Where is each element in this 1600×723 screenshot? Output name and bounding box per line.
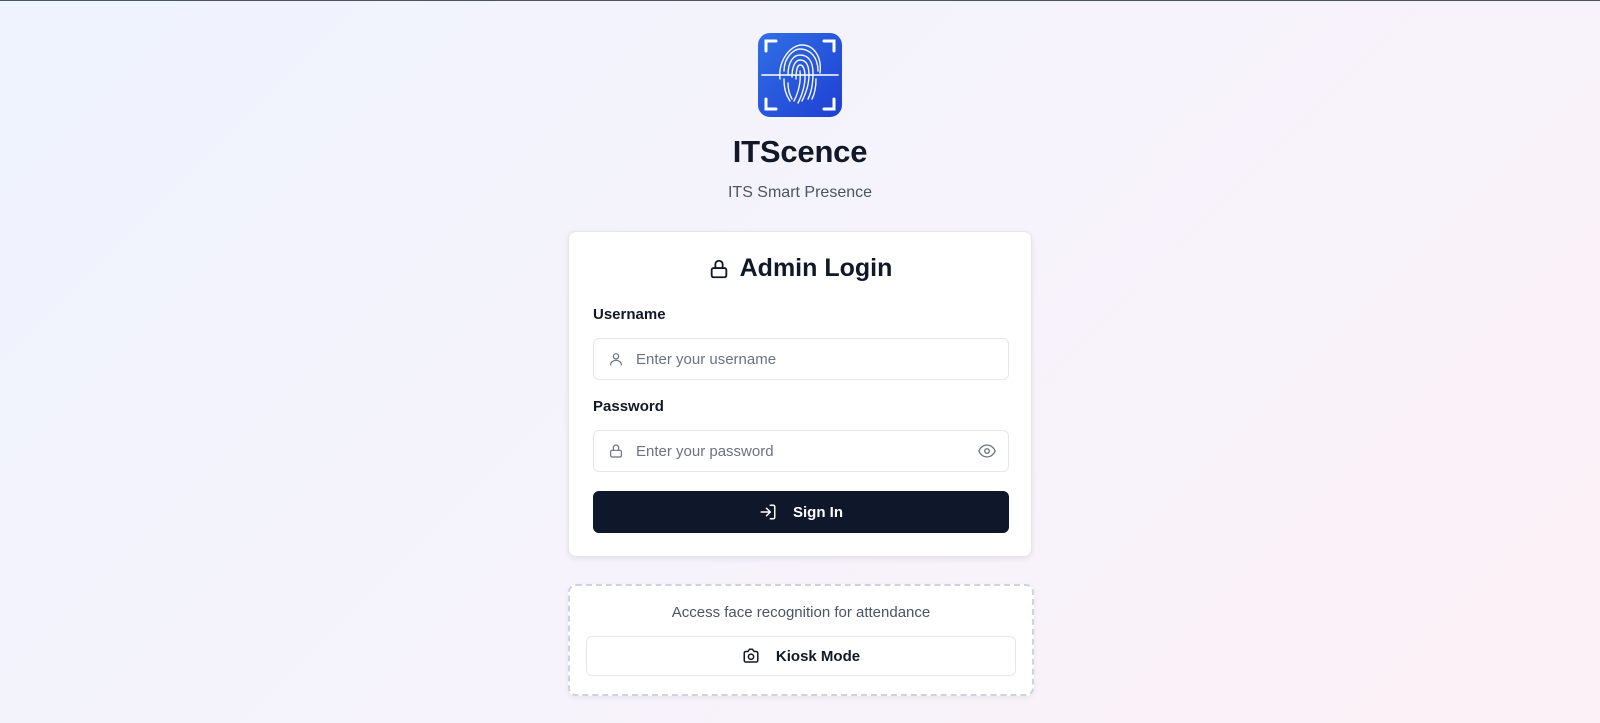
password-label: Password [593, 398, 664, 415]
kiosk-mode-button[interactable]: Kiosk Mode [586, 636, 1016, 676]
lock-icon [610, 444, 622, 458]
password-field[interactable] [593, 430, 1009, 472]
password-input[interactable] [636, 431, 956, 471]
login-card: Admin Login Username Password Sign In [568, 231, 1032, 557]
app-logo [758, 33, 842, 117]
eye-icon[interactable] [978, 443, 996, 459]
app-title: ITScence [732, 134, 868, 169]
kiosk-card: Access face recognition for attendance K… [568, 584, 1034, 696]
app-subtitle: ITS Smart Presence [727, 184, 873, 201]
username-input[interactable] [636, 339, 956, 379]
username-label: Username [593, 306, 666, 323]
kiosk-description: Access face recognition for attendance [671, 604, 931, 621]
camera-icon [743, 648, 759, 663]
log-in-icon [760, 504, 776, 520]
sign-in-button[interactable]: Sign In [593, 491, 1009, 533]
lock-icon [710, 259, 727, 278]
user-icon [610, 353, 622, 366]
sign-in-label: Sign In [793, 503, 843, 521]
username-field[interactable] [593, 338, 1009, 380]
login-title: Admin Login [569, 254, 1031, 283]
kiosk-mode-label: Kiosk Mode [775, 647, 861, 665]
login-title-text: Admin Login [739, 254, 893, 282]
fingerprint-scan-icon [761, 39, 839, 111]
